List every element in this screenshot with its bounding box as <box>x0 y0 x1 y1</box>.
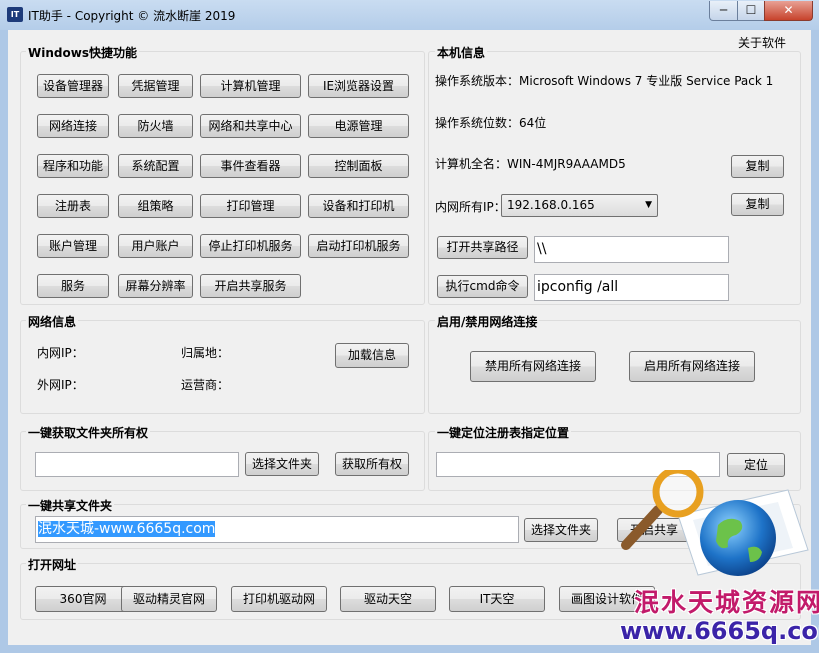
shortcut-button[interactable]: 开启共享服务 <box>200 274 301 298</box>
title-bar[interactable]: IT IT助手 - Copyright © 流水断崖 2019 ─ ☐ ✕ <box>0 0 819 30</box>
close-button[interactable]: ✕ <box>764 1 813 21</box>
app-window: IT IT助手 - Copyright © 流水断崖 2019 ─ ☐ ✕ 关于… <box>0 0 819 653</box>
local-info-title: 本机信息 <box>435 44 488 61</box>
choose-folder-owner-button[interactable]: 选择文件夹 <box>245 452 319 476</box>
open-url-button[interactable]: 打印机驱动网 <box>231 586 327 612</box>
take-ownership-button[interactable]: 获取所有权 <box>335 452 409 476</box>
share-folder-title: 一键共享文件夹 <box>26 497 115 514</box>
watermark-site-name: 泯水天城资源网 <box>634 588 819 617</box>
os-version-text: 操作系统版本：Microsoft Windows 7 专业版 Service P… <box>435 74 774 88</box>
net-toggle-title: 启用/禁用网络连接 <box>435 313 540 330</box>
close-icon: ✕ <box>783 3 794 17</box>
shortcut-button[interactable]: 停止打印机服务 <box>200 234 301 258</box>
shortcut-button[interactable]: 启动打印机服务 <box>308 234 409 258</box>
wan-ip-label: 外网IP： <box>37 378 84 392</box>
windows-shortcuts-title: Windows快捷功能 <box>26 44 139 61</box>
shortcut-button[interactable]: 设备和打印机 <box>308 194 409 218</box>
copy-computer-name-button[interactable]: 复制 <box>731 155 784 178</box>
open-url-title: 打开网址 <box>26 556 79 573</box>
shortcut-button[interactable]: 程序和功能 <box>37 154 109 178</box>
maximize-button[interactable]: ☐ <box>737 1 765 21</box>
shortcut-button[interactable]: 账户管理 <box>37 234 109 258</box>
share-path-input[interactable]: \\ <box>534 236 729 263</box>
os-bits-text: 操作系统位数：64位 <box>435 116 547 130</box>
location-label: 归属地： <box>181 346 230 360</box>
registry-locate-title: 一键定位注册表指定位置 <box>435 424 572 441</box>
shortcut-button[interactable]: 服务 <box>37 274 109 298</box>
shortcut-button[interactable]: 系统配置 <box>118 154 193 178</box>
open-share-path-button[interactable]: 打开共享路径 <box>437 236 528 259</box>
shortcut-button[interactable]: 设备管理器 <box>37 74 109 98</box>
shortcut-button[interactable]: IE浏览器设置 <box>308 74 409 98</box>
disable-all-network-button[interactable]: 禁用所有网络连接 <box>470 351 596 382</box>
shortcut-button[interactable]: 网络和共享中心 <box>200 114 301 138</box>
minimize-button[interactable]: ─ <box>709 1 738 21</box>
folder-owner-input[interactable] <box>35 452 239 477</box>
network-info-title: 网络信息 <box>26 313 79 330</box>
run-cmd-button[interactable]: 执行cmd命令 <box>437 275 528 298</box>
shortcut-button[interactable]: 防火墙 <box>118 114 193 138</box>
open-url-button[interactable]: 360官网 <box>35 586 131 612</box>
open-url-button[interactable]: 驱动精灵官网 <box>121 586 217 612</box>
computer-name-text: 计算机全名：WIN-4MJR9AAAMD5 <box>435 157 626 171</box>
lan-ip-value: 192.168.0.165 <box>507 198 595 212</box>
shortcut-button[interactable]: 控制面板 <box>308 154 409 178</box>
open-url-button[interactable]: 驱动天空 <box>340 586 436 612</box>
copy-ip-button[interactable]: 复制 <box>731 193 784 216</box>
wan-lan-ip-label: 内网IP： <box>37 346 84 360</box>
magnifier-globe-watermark-icon <box>621 470 809 576</box>
app-icon: IT <box>7 7 23 22</box>
share-folder-value: 泯水天城-www.6665q.com <box>38 521 216 537</box>
load-info-button[interactable]: 加载信息 <box>335 343 409 368</box>
shortcut-button[interactable]: 网络连接 <box>37 114 109 138</box>
open-url-button[interactable]: IT天空 <box>449 586 545 612</box>
isp-label: 运营商： <box>181 378 230 392</box>
window-title: IT助手 - Copyright © 流水断崖 2019 <box>28 9 236 23</box>
maximize-icon: ☐ <box>745 3 757 17</box>
share-folder-input[interactable]: 泯水天城-www.6665q.com <box>35 516 519 543</box>
lan-ip-select[interactable]: 192.168.0.165 ▼ <box>501 194 658 217</box>
shortcut-button[interactable]: 注册表 <box>37 194 109 218</box>
about-link[interactable]: 关于软件 <box>738 34 786 51</box>
shortcut-button[interactable]: 打印管理 <box>200 194 301 218</box>
shortcut-button[interactable]: 组策略 <box>118 194 193 218</box>
minimize-icon: ─ <box>719 3 728 17</box>
shortcut-button[interactable]: 屏幕分辨率 <box>118 274 193 298</box>
shortcut-button[interactable]: 凭据管理 <box>118 74 193 98</box>
watermark-site-url: www.6665q.com <box>620 617 819 645</box>
folder-owner-title: 一键获取文件夹所有权 <box>26 424 151 441</box>
shortcut-button[interactable]: 事件查看器 <box>200 154 301 178</box>
chevron-down-icon: ▼ <box>645 200 652 210</box>
choose-share-folder-button[interactable]: 选择文件夹 <box>524 518 598 542</box>
shortcut-button[interactable]: 计算机管理 <box>200 74 301 98</box>
shortcut-button[interactable]: 电源管理 <box>308 114 409 138</box>
cmd-input[interactable]: ipconfig /all <box>534 274 729 301</box>
local-info-group <box>428 51 801 305</box>
enable-all-network-button[interactable]: 启用所有网络连接 <box>629 351 755 382</box>
lan-ip-label: 内网所有IP： <box>435 200 506 214</box>
shortcut-button[interactable]: 用户账户 <box>118 234 193 258</box>
